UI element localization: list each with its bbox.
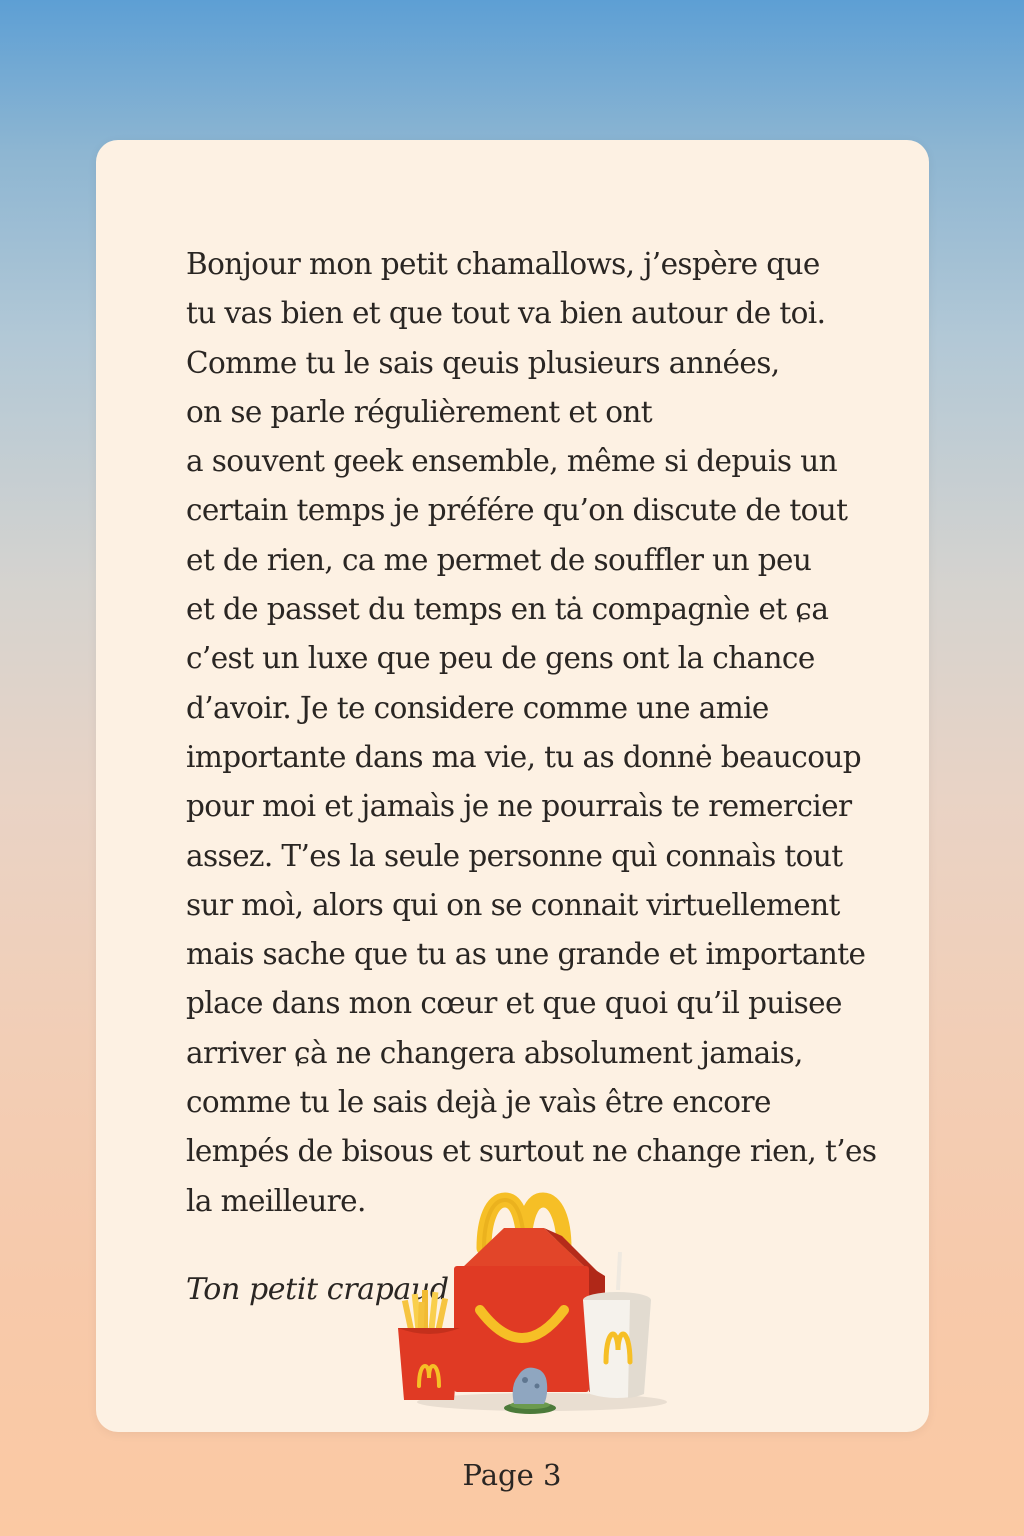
- letter-line: a souvent geek ensemble, même si depuis …: [186, 444, 838, 479]
- letter-line: mais sache que tu as une grande et impor…: [186, 937, 866, 972]
- letter-line: et de rien, ca me permet de souffler un …: [186, 542, 812, 577]
- letter-line: assez. T’es la seule personne quì connaì…: [186, 838, 843, 873]
- letter-line: tu vas bien et que tout va bien autour d…: [186, 296, 826, 331]
- letter-line: pour moi et jamaìs je ne pourraìs te rem…: [186, 789, 852, 824]
- letter-line: sur moì, alors qui on se connait virtuel…: [186, 887, 840, 922]
- fries-box: [398, 1328, 460, 1400]
- cup-straw: [616, 1251, 622, 1291]
- letter-line: certain temps je préfére qu’on discute d…: [186, 493, 848, 528]
- letter-line: lempés de bisous et surtout ne change ri…: [186, 1134, 877, 1169]
- letter-line: comme tu le sais dejà je vaìs être encor…: [186, 1085, 771, 1120]
- letter-line: importante dans ma vie, tu as donnė beau…: [186, 739, 862, 774]
- letter-body: Bonjour mon petit chamallows, j’espère q…: [186, 240, 906, 1226]
- letter-line: et de passet du temps en tȧ compagnìe et…: [186, 592, 829, 627]
- letter-line: Comme tu le sais qeuis plusieurs années,: [186, 345, 780, 380]
- letter-line: place dans mon cœur et que quoi qu’il pu…: [186, 986, 842, 1021]
- letter-line: on se parle régulièrement et ont: [186, 394, 653, 429]
- happy-meal-illustration: [398, 1192, 667, 1414]
- letter-line: c’est un luxe que peu de gens ont la cha…: [186, 641, 815, 676]
- letter-line: d’avoir. Je te considere comme une amie: [186, 690, 769, 725]
- page-number: Page 3: [462, 1458, 562, 1492]
- letter-line: arriver ɕà ne changera absolument jamais…: [186, 1035, 803, 1070]
- letter-line: Bonjour mon petit chamallows, j’espère q…: [186, 247, 820, 281]
